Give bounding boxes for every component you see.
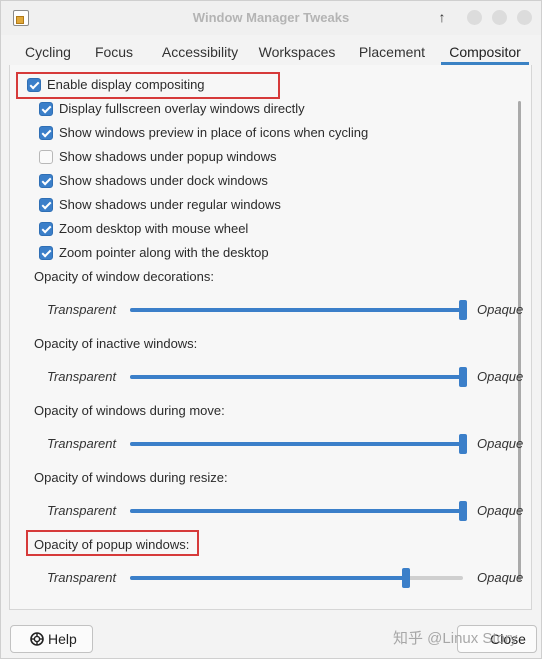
slider-track[interactable] [130, 434, 467, 454]
option-dock-shadows[interactable]: Show shadows under dock windows [39, 171, 459, 191]
slider-row-decorations: Transparent Opaque [1, 300, 541, 320]
tab-workspaces[interactable]: Workspaces [255, 41, 339, 65]
slider-fill [130, 308, 463, 312]
slider-max-label: Opaque [477, 369, 524, 384]
slider-min-label: Transparent [47, 436, 117, 451]
up-arrow-icon[interactable]: ↑ [435, 9, 449, 25]
slider-fill [130, 375, 463, 379]
slider-row-inactive: Transparent Opaque [1, 367, 541, 387]
help-button[interactable]: Help [10, 625, 93, 653]
window-manager-tweaks-dialog: Window Manager Tweaks ↑ Cycling Focus Ac… [0, 0, 542, 659]
checkbox-box [39, 198, 53, 212]
checkbox-box [39, 174, 53, 188]
option-label: Display fullscreen overlay windows direc… [59, 101, 305, 116]
option-popup-shadows[interactable]: Show shadows under popup windows [39, 147, 459, 167]
slider-handle[interactable] [459, 300, 467, 320]
titlebar: Window Manager Tweaks ↑ [1, 1, 541, 35]
slider-min-label: Transparent [47, 503, 117, 518]
slider-min-label: Transparent [47, 302, 117, 317]
highlight-box-popup-opacity [26, 530, 199, 556]
slider-min-label: Transparent [47, 570, 117, 585]
highlight-box-enable-compositing [16, 72, 280, 99]
slider-handle[interactable] [459, 501, 467, 521]
slider-fill [130, 442, 463, 446]
option-label: Show shadows under regular windows [59, 197, 281, 212]
slider-handle[interactable] [459, 367, 467, 387]
slider-row-resize: Transparent Opaque [1, 501, 541, 521]
option-label: Show windows preview in place of icons w… [59, 125, 369, 140]
slider-row-move: Transparent Opaque [1, 434, 541, 454]
slider-label-resize: Opacity of windows during resize: [34, 470, 228, 485]
tab-focus[interactable]: Focus [91, 41, 137, 65]
tab-compositor[interactable]: Compositor [441, 41, 529, 65]
tab-bar: Cycling Focus Accessibility Workspaces P… [9, 41, 532, 66]
checkbox-box [39, 222, 53, 236]
slider-label-inactive: Opacity of inactive windows: [34, 336, 198, 351]
option-label: Zoom desktop with mouse wheel [59, 221, 249, 236]
slider-fill [130, 509, 463, 513]
option-label: Zoom pointer along with the desktop [59, 245, 269, 260]
tab-accessibility[interactable]: Accessibility [155, 41, 245, 65]
checkbox-box [39, 102, 53, 116]
slider-max-label: Opaque [477, 436, 524, 451]
checkbox-box [39, 150, 53, 164]
slider-track[interactable] [130, 501, 467, 521]
option-windows-preview[interactable]: Show windows preview in place of icons w… [39, 123, 479, 143]
option-label: Show shadows under popup windows [59, 149, 277, 164]
checkbox-box [39, 246, 53, 260]
slider-max-label: Opaque [477, 503, 524, 518]
slider-max-label: Opaque [477, 570, 524, 585]
tab-placement[interactable]: Placement [355, 41, 429, 65]
option-zoom-pointer[interactable]: Zoom pointer along with the desktop [39, 243, 459, 263]
slider-handle[interactable] [459, 434, 467, 454]
slider-label-decorations: Opacity of window decorations: [34, 269, 214, 284]
minimize-button[interactable] [467, 10, 482, 25]
slider-min-label: Transparent [47, 369, 117, 384]
slider-max-label: Opaque [477, 302, 524, 317]
option-zoom-desktop[interactable]: Zoom desktop with mouse wheel [39, 219, 459, 239]
slider-row-popup: Transparent Opaque [1, 568, 541, 588]
watermark-text: 知乎 @Linux Story [393, 630, 518, 647]
lifebuoy-icon [30, 632, 44, 646]
option-fullscreen-overlay[interactable]: Display fullscreen overlay windows direc… [39, 99, 459, 119]
option-regular-shadows[interactable]: Show shadows under regular windows [39, 195, 459, 215]
tab-cycling[interactable]: Cycling [21, 41, 75, 65]
slider-track[interactable] [130, 367, 467, 387]
slider-handle[interactable] [402, 568, 411, 588]
checkbox-box [39, 126, 53, 140]
slider-track[interactable] [130, 300, 467, 320]
window-title: Window Manager Tweaks [192, 10, 350, 25]
slider-fill [130, 576, 407, 580]
slider-label-move: Opacity of windows during move: [34, 403, 225, 418]
help-label: Help [48, 631, 77, 647]
maximize-button[interactable] [492, 10, 507, 25]
close-window-button[interactable] [517, 10, 532, 25]
option-label: Show shadows under dock windows [59, 173, 268, 188]
slider-track[interactable] [130, 568, 463, 588]
